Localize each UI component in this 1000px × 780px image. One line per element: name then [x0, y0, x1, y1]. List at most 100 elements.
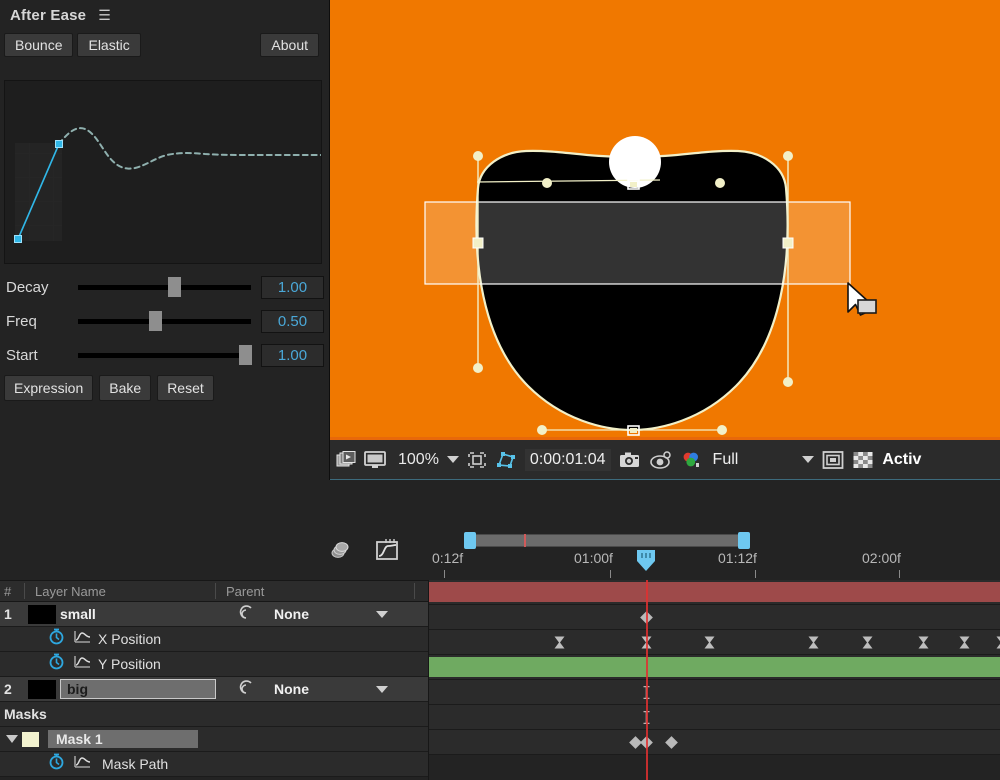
current-time-indicator[interactable]: [635, 548, 657, 571]
layer-name-big-input[interactable]: big: [60, 679, 216, 699]
ruler-label-2: 01:12f: [718, 550, 757, 566]
monitor-icon[interactable]: [364, 450, 386, 469]
composition-viewport[interactable]: [330, 0, 1000, 437]
resolution-value[interactable]: Full: [713, 451, 739, 469]
channels-icon[interactable]: [681, 451, 701, 469]
track-row-small[interactable]: [429, 580, 1000, 605]
slider-knob-start[interactable]: [238, 345, 252, 365]
track-row-mask-1[interactable]: [429, 705, 1000, 730]
expression-button[interactable]: Expression: [4, 375, 94, 401]
layer-column-header: # Layer Name Parent: [0, 580, 428, 602]
layer-duration-bar-big[interactable]: [429, 657, 1000, 677]
chevron-down-icon[interactable]: [376, 685, 388, 693]
timecode-display[interactable]: 0:00:01:04: [524, 448, 611, 471]
keyframe[interactable]: [862, 636, 873, 649]
property-row-mask-path[interactable]: Mask Path: [0, 752, 428, 777]
pick-whip-icon[interactable]: [238, 604, 254, 624]
ruler-label-3: 02:00f: [862, 550, 901, 566]
slider-row-decay: Decay 1.00: [0, 270, 330, 304]
zoom-level-value[interactable]: 100%: [398, 451, 439, 469]
keyframe[interactable]: [918, 636, 929, 649]
timeline-tracks[interactable]: [428, 580, 1000, 780]
camera-icon[interactable]: [619, 451, 641, 469]
slider-start[interactable]: [78, 343, 252, 367]
ruler-tick-0: [444, 570, 445, 578]
chevron-down-icon[interactable]: [376, 610, 388, 618]
mask-color-swatch[interactable]: [22, 731, 39, 747]
slider-value-start[interactable]: 1.00: [261, 343, 324, 367]
keyframe[interactable]: [704, 636, 715, 649]
transparency-grid-icon[interactable]: [495, 451, 517, 469]
work-area-bar[interactable]: [468, 534, 745, 547]
keyframe[interactable]: [665, 736, 678, 749]
slider-decay[interactable]: [78, 275, 251, 299]
parent-dropdown-small[interactable]: None: [266, 603, 396, 625]
panel-tab-row: Bounce Elastic About: [0, 30, 329, 60]
layer-name-small[interactable]: small: [60, 606, 96, 622]
column-header-index: #: [4, 583, 12, 599]
column-divider: [414, 583, 416, 599]
slider-knob-decay[interactable]: [167, 277, 181, 297]
checkerboard-icon[interactable]: [852, 450, 874, 470]
stopwatch-icon[interactable]: [48, 753, 65, 775]
bake-button[interactable]: Bake: [99, 375, 152, 401]
property-row-x-position[interactable]: X Position: [0, 627, 428, 652]
snapshot-icon[interactable]: [336, 450, 356, 469]
active-camera-label[interactable]: Activ: [882, 451, 921, 469]
layer-switches-icon[interactable]: [330, 539, 354, 566]
tab-bounce[interactable]: Bounce: [4, 33, 74, 57]
work-area[interactable]: [428, 532, 1000, 549]
track-row-y-position[interactable]: [429, 630, 1000, 655]
reset-button[interactable]: Reset: [157, 375, 214, 401]
show-snapshot-icon[interactable]: [649, 450, 673, 469]
stopwatch-icon[interactable]: [48, 653, 65, 675]
alpha-boundary-icon[interactable]: [822, 450, 844, 470]
about-button[interactable]: About: [260, 33, 319, 57]
track-row-x-position[interactable]: [429, 605, 1000, 630]
easing-graph-preview[interactable]: [4, 80, 322, 264]
slider-rail: [78, 319, 251, 324]
layer-color-swatch: [28, 604, 56, 624]
region-of-interest-icon[interactable]: [467, 451, 487, 469]
track-row-masks[interactable]: [429, 680, 1000, 705]
hamburger-menu-icon[interactable]: ☰: [98, 8, 111, 22]
slider-value-decay[interactable]: 1.00: [261, 275, 324, 299]
slider-label-start: Start: [6, 346, 38, 364]
work-area-start-handle[interactable]: [464, 532, 476, 549]
slider-group: Decay 1.00 Freq 0.50 Start 1.00: [0, 270, 330, 372]
mask-name-mask-1[interactable]: Mask 1: [48, 730, 198, 748]
slider-rail: [78, 285, 251, 290]
layer-row-big[interactable]: 2 big None: [0, 677, 428, 702]
stopwatch-icon[interactable]: [48, 628, 65, 650]
chevron-down-icon[interactable]: [446, 456, 459, 463]
graph-editor-icon[interactable]: [374, 538, 400, 567]
layer-index: 1: [4, 606, 12, 622]
playhead-line[interactable]: [646, 580, 648, 780]
slider-knob-freq[interactable]: [148, 311, 162, 331]
chevron-down-icon[interactable]: [802, 456, 815, 463]
slider-freq[interactable]: [78, 309, 251, 333]
track-row-mask-path[interactable]: [429, 730, 1000, 755]
parent-value: None: [274, 681, 309, 697]
value-graph-icon[interactable]: [74, 629, 91, 649]
property-name-x-position: X Position: [98, 631, 162, 647]
layer-row-small[interactable]: 1 small None: [0, 602, 428, 627]
time-ruler[interactable]: 0:12f 01:00f 01:12f 02:00f: [428, 528, 1000, 580]
triangle-down-icon[interactable]: [6, 735, 18, 743]
mask-row-mask-1[interactable]: Mask 1: [0, 727, 428, 752]
keyframe[interactable]: [996, 636, 1000, 649]
value-graph-icon[interactable]: [74, 754, 91, 774]
track-row-big[interactable]: [429, 655, 1000, 680]
work-area-end-handle[interactable]: [738, 532, 750, 549]
keyframe[interactable]: [554, 636, 565, 649]
parent-dropdown-big[interactable]: None: [266, 678, 396, 700]
layer-duration-bar-small[interactable]: [429, 582, 1000, 602]
masks-group-row[interactable]: Masks: [0, 702, 428, 727]
keyframe[interactable]: [959, 636, 970, 649]
tab-elastic[interactable]: Elastic: [77, 33, 141, 57]
slider-value-freq[interactable]: 0.50: [261, 309, 324, 333]
keyframe[interactable]: [808, 636, 819, 649]
property-row-y-position[interactable]: Y Position: [0, 652, 428, 677]
value-graph-icon[interactable]: [74, 654, 91, 674]
pick-whip-icon[interactable]: [238, 679, 254, 699]
